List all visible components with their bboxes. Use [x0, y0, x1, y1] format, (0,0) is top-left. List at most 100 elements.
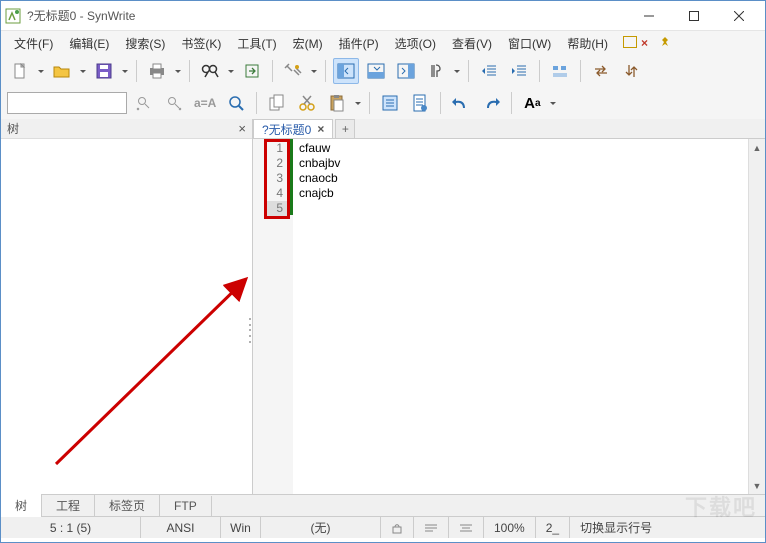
tree-panel-close-icon[interactable]: × [238, 121, 246, 136]
panel-right-button[interactable] [393, 58, 419, 84]
redo-button[interactable] [478, 90, 504, 116]
font-button[interactable]: Aa [519, 90, 545, 116]
panel-left-button[interactable] [333, 58, 359, 84]
editor[interactable]: 1 2 3 4 5 cfauwcnbajbvcnaocbcnajcb ▲ ▼ [253, 139, 765, 494]
minimize-button[interactable] [626, 1, 671, 31]
menu-options[interactable]: 选项(O) [388, 32, 443, 55]
document-button[interactable] [407, 90, 433, 116]
goto-button[interactable] [239, 58, 265, 84]
search-next-button[interactable] [161, 90, 187, 116]
status-encoding[interactable]: ANSI [141, 517, 221, 538]
status-position[interactable]: 5 : 1 (5) [1, 517, 141, 538]
case-toggle-button[interactable]: a=A [191, 90, 219, 116]
nonprinting-dropdown[interactable] [453, 67, 461, 76]
bottom-tab-tabs[interactable]: 标签页 [95, 494, 160, 517]
font-dropdown[interactable] [549, 99, 557, 108]
new-file-dropdown[interactable] [37, 67, 45, 76]
nonprinting-button[interactable] [423, 58, 449, 84]
status-language[interactable]: (无) [261, 517, 381, 538]
menu-edit[interactable]: 编辑(E) [62, 32, 116, 55]
status-lineend[interactable]: Win [221, 517, 261, 538]
undo-button[interactable] [448, 90, 474, 116]
line-number: 2 [267, 156, 287, 171]
quick-search-input[interactable] [7, 92, 127, 114]
line-number: 1 [267, 141, 287, 156]
save-button[interactable] [91, 58, 117, 84]
app-icon [5, 8, 21, 24]
pin-icon[interactable] [659, 36, 673, 50]
tab-close-icon[interactable]: × [317, 122, 324, 136]
sync-vert-button[interactable] [618, 58, 644, 84]
tree-body[interactable] [1, 139, 252, 494]
status-zoom[interactable]: 100% [484, 517, 536, 538]
menu-search[interactable]: 搜索(S) [118, 32, 172, 55]
toolbar-1 [1, 55, 765, 87]
code-content[interactable]: cfauwcnbajbvcnaocbcnajcb [293, 139, 748, 494]
menu-plugins[interactable]: 插件(P) [332, 32, 386, 55]
menu-help[interactable]: 帮助(H) [560, 32, 615, 55]
scroll-down-icon[interactable]: ▼ [749, 477, 765, 494]
editor-area: ?无标题0 × + 1 2 3 4 5 cfauwcnbajbvcnaocbcn… [253, 119, 765, 494]
tree-panel: 树 × [1, 119, 253, 494]
status-align-icon[interactable] [449, 517, 484, 538]
bottom-tab-ftp[interactable]: FTP [160, 496, 212, 516]
menu-window[interactable]: 窗口(W) [501, 32, 558, 55]
fold-column[interactable] [253, 139, 267, 494]
open-file-dropdown[interactable] [79, 67, 87, 76]
document-tabs: ?无标题0 × + [253, 119, 765, 139]
open-file-button[interactable] [49, 58, 75, 84]
settings-button[interactable] [280, 58, 306, 84]
print-dropdown[interactable] [174, 67, 182, 76]
panel-bottom-button[interactable] [363, 58, 389, 84]
bottom-tab-tree[interactable]: 树 [1, 494, 42, 517]
statusbar: 5 : 1 (5) ANSI Win (无) 100% 2_ 切换显示行号 [1, 516, 765, 538]
toolbar-2: a=A Aa [1, 87, 765, 119]
tree-panel-title: 树 [7, 120, 238, 137]
paste-dropdown[interactable] [354, 99, 362, 108]
main-area: 树 × ?无标题0 × + 1 2 3 4 [1, 119, 765, 494]
status-wrap-icon[interactable] [414, 517, 449, 538]
line-number: 4 [267, 186, 287, 201]
status-message: 切换显示行号 [570, 517, 765, 538]
unindent-button[interactable] [476, 58, 502, 84]
find-dropdown[interactable] [227, 67, 235, 76]
search-prev-button[interactable] [131, 90, 157, 116]
document-tab[interactable]: ?无标题0 × [253, 119, 333, 138]
bottom-tab-project[interactable]: 工程 [42, 494, 95, 517]
save-dropdown[interactable] [121, 67, 129, 76]
splitter-gripper[interactable] [247, 317, 252, 345]
titlebar: ?无标题0 - SynWrite [1, 1, 765, 31]
settings-dropdown[interactable] [310, 67, 318, 76]
new-tab-button[interactable]: + [335, 119, 355, 138]
line-number-gutter[interactable]: 1 2 3 4 5 [267, 139, 287, 494]
indent-button[interactable] [506, 58, 532, 84]
find-button[interactable] [197, 58, 223, 84]
print-button[interactable] [144, 58, 170, 84]
close-button[interactable] [716, 1, 761, 31]
menu-file[interactable]: 文件(F) [7, 32, 60, 55]
maximize-button[interactable] [671, 1, 716, 31]
select-all-button[interactable] [377, 90, 403, 116]
scroll-up-icon[interactable]: ▲ [749, 139, 765, 156]
window-title: ?无标题0 - SynWrite [27, 7, 626, 24]
toggle-panel-icon[interactable] [623, 36, 637, 50]
find-all-button[interactable] [223, 90, 249, 116]
paste-button[interactable] [324, 90, 350, 116]
menubar: 文件(F) 编辑(E) 搜索(S) 书签(K) 工具(T) 宏(M) 插件(P)… [1, 31, 765, 55]
comment-button[interactable] [547, 58, 573, 84]
vertical-scrollbar[interactable]: ▲ ▼ [748, 139, 765, 494]
status-lock-icon[interactable] [381, 517, 414, 538]
line-number: 5 [267, 201, 287, 216]
menu-view[interactable]: 查看(V) [445, 32, 499, 55]
close-tab-icon[interactable]: × [641, 36, 655, 50]
menu-bookmarks[interactable]: 书签(K) [174, 32, 228, 55]
menu-tools[interactable]: 工具(T) [230, 32, 283, 55]
status-tabsize[interactable]: 2_ [536, 517, 570, 538]
annotation-arrow [1, 139, 253, 499]
document-tab-label: ?无标题0 [262, 121, 311, 138]
menu-macros[interactable]: 宏(M) [286, 32, 330, 55]
new-file-button[interactable] [7, 58, 33, 84]
sync-horiz-button[interactable] [588, 58, 614, 84]
cut-button[interactable] [294, 90, 320, 116]
copy-button[interactable] [264, 90, 290, 116]
